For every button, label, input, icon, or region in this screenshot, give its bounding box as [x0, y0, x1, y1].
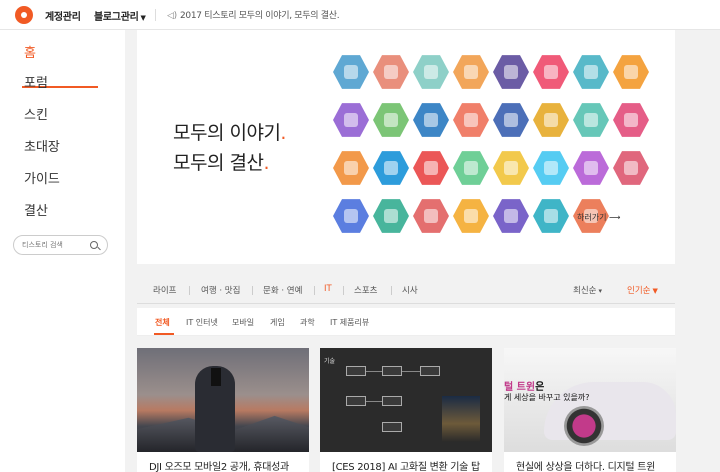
category-hex-icon[interactable]: [413, 55, 449, 89]
subtab-all[interactable]: 전체: [155, 317, 170, 328]
tab-culture[interactable]: 문화 · 연예: [263, 284, 302, 296]
category-hex-icon[interactable]: [373, 103, 409, 137]
category-hex-icon[interactable]: [613, 151, 649, 185]
sidebar-item-guide[interactable]: 가이드: [24, 168, 60, 187]
category-hex-icon[interactable]: [333, 55, 369, 89]
category-hex-icon[interactable]: [533, 55, 569, 89]
category-hex-icon[interactable]: [493, 151, 529, 185]
article-title[interactable]: [CES 2018] AI 고화질 변환 기술 탑: [332, 458, 480, 472]
subtab-science[interactable]: 과학: [300, 317, 315, 328]
category-hex-icon[interactable]: [493, 199, 529, 233]
article-title[interactable]: 현실에 상상을 더하다. 디지털 트윈: [516, 458, 655, 472]
article-thumbnail: 털 트윈은 게 세상을 바꾸고 있을까?: [504, 348, 676, 452]
subtab-it-review[interactable]: IT 제품리뷰: [330, 317, 369, 328]
category-hex-icon[interactable]: [573, 151, 609, 185]
article-card[interactable]: 기술 [CES 2018] AI 고화질 변환 기술 탑: [320, 348, 492, 472]
category-icon-grid: [333, 54, 675, 264]
active-underline: [154, 333, 174, 335]
search-box: [13, 235, 108, 255]
notice-text: 2017 티스토리 모두의 이야기, 모두의 결산.: [180, 11, 340, 21]
article-thumbnail: 기술: [320, 348, 492, 452]
article-card[interactable]: 털 트윈은 게 세상을 바꾸고 있을까? 현실에 상상을 더하다. 디지털 트윈: [504, 348, 676, 472]
category-hex-icon[interactable]: [453, 199, 489, 233]
blog-manage-dropdown[interactable]: 블로그관리 ▼: [94, 8, 146, 23]
article-title[interactable]: DJI 오즈모 모바일2 공개, 휴대성과: [149, 458, 289, 472]
category-tabs: 라이프 여행 · 맛집 문화 · 연예 IT 스포츠 시사 최신순 ▾ 인기순 ▼: [137, 278, 675, 304]
chevron-down-icon: ▼: [652, 287, 658, 295]
search-input[interactable]: [22, 239, 82, 251]
tab-news[interactable]: 시사: [402, 284, 418, 296]
category-hex-icon[interactable]: [493, 103, 529, 137]
subtab-internet[interactable]: IT 인터넷: [186, 317, 218, 328]
chevron-down-icon: ▼: [140, 14, 146, 22]
sidebar-item-forum[interactable]: 포럼: [24, 72, 48, 91]
category-hex-icon[interactable]: [493, 55, 529, 89]
category-hex-icon[interactable]: [373, 199, 409, 233]
category-hex-icon[interactable]: [533, 151, 569, 185]
notice-bar[interactable]: ◁) 2017 티스토리 모두의 이야기, 모두의 결산.: [167, 8, 340, 21]
top-bar: 계정관리 블로그관리 ▼ ◁) 2017 티스토리 모두의 이야기, 모두의 결산.: [0, 0, 720, 30]
category-hex-icon[interactable]: [573, 55, 609, 89]
sub-category-tabs: 전체 IT 인터넷 모바일 게임 과학 IT 제품리뷰: [137, 308, 675, 336]
category-hex-icon[interactable]: [413, 151, 449, 185]
tab-divider: [391, 286, 392, 295]
thumbnail-text: 기술: [324, 358, 336, 365]
sidebar-item-skin[interactable]: 스킨: [24, 104, 48, 123]
tab-divider: [343, 286, 344, 295]
tab-travel[interactable]: 여행 · 맛집: [201, 284, 240, 296]
tab-life[interactable]: 라이프: [153, 284, 176, 296]
thumbnail-text: 털 트윈은: [504, 382, 545, 393]
hero-banner[interactable]: 모두의 이야기. 모두의 결산. 하러가기 ⟶: [137, 30, 675, 264]
category-hex-icon[interactable]: [413, 103, 449, 137]
category-hex-icon[interactable]: [453, 55, 489, 89]
category-hex-icon[interactable]: [533, 199, 569, 233]
tab-divider: [314, 286, 315, 295]
blog-manage-label: 블로그관리: [94, 12, 139, 23]
chevron-down-icon: ▾: [598, 287, 602, 295]
subtab-mobile[interactable]: 모바일: [232, 317, 254, 328]
category-hex-icon[interactable]: [453, 151, 489, 185]
tab-divider: [252, 286, 253, 295]
sidebar-item-home[interactable]: 홈: [24, 42, 36, 61]
main-content: 모두의 이야기. 모두의 결산. 하러가기 ⟶ 라이프 여행 · 맛집 문화 ·…: [125, 30, 720, 472]
category-hex-icon[interactable]: [533, 103, 569, 137]
category-hex-icon[interactable]: [333, 103, 369, 137]
category-hex-icon[interactable]: [613, 55, 649, 89]
hero-line-1: 모두의 이야기.: [173, 122, 286, 144]
tab-divider: [189, 286, 190, 295]
hero-line-2: 모두의 결산.: [173, 152, 269, 174]
category-hex-icon[interactable]: [333, 199, 369, 233]
tab-sports[interactable]: 스포츠: [354, 284, 377, 296]
account-settings-link[interactable]: 계정관리: [45, 8, 81, 23]
article-card[interactable]: DJI 오즈모 모바일2 공개, 휴대성과: [137, 348, 309, 472]
article-thumbnail: [137, 348, 309, 452]
sort-popular[interactable]: 인기순 ▼: [627, 284, 658, 296]
category-hex-icon[interactable]: [373, 151, 409, 185]
category-hex-icon[interactable]: [453, 103, 489, 137]
category-hex-icon[interactable]: [573, 103, 609, 137]
sidebar-item-summary[interactable]: 결산: [24, 200, 48, 219]
top-divider: [155, 9, 156, 21]
search-icon[interactable]: [90, 241, 98, 249]
category-hex-icon[interactable]: [613, 103, 649, 137]
tab-it[interactable]: IT: [324, 284, 332, 294]
speaker-icon: ◁): [167, 11, 177, 21]
category-hex-icon[interactable]: [333, 151, 369, 185]
category-hex-icon[interactable]: [373, 55, 409, 89]
thumbnail-text: 게 세상을 바꾸고 있을까?: [504, 393, 590, 402]
sidebar-item-invite[interactable]: 초대장: [24, 136, 60, 155]
subtab-game[interactable]: 게임: [270, 317, 285, 328]
sort-latest[interactable]: 최신순 ▾: [573, 284, 602, 296]
tistory-logo[interactable]: [15, 6, 33, 24]
category-hex-icon[interactable]: [413, 199, 449, 233]
go-link[interactable]: 하러가기 ⟶: [577, 212, 620, 223]
sidebar: 홈 포럼 스킨 초대장 가이드 결산: [0, 30, 125, 472]
